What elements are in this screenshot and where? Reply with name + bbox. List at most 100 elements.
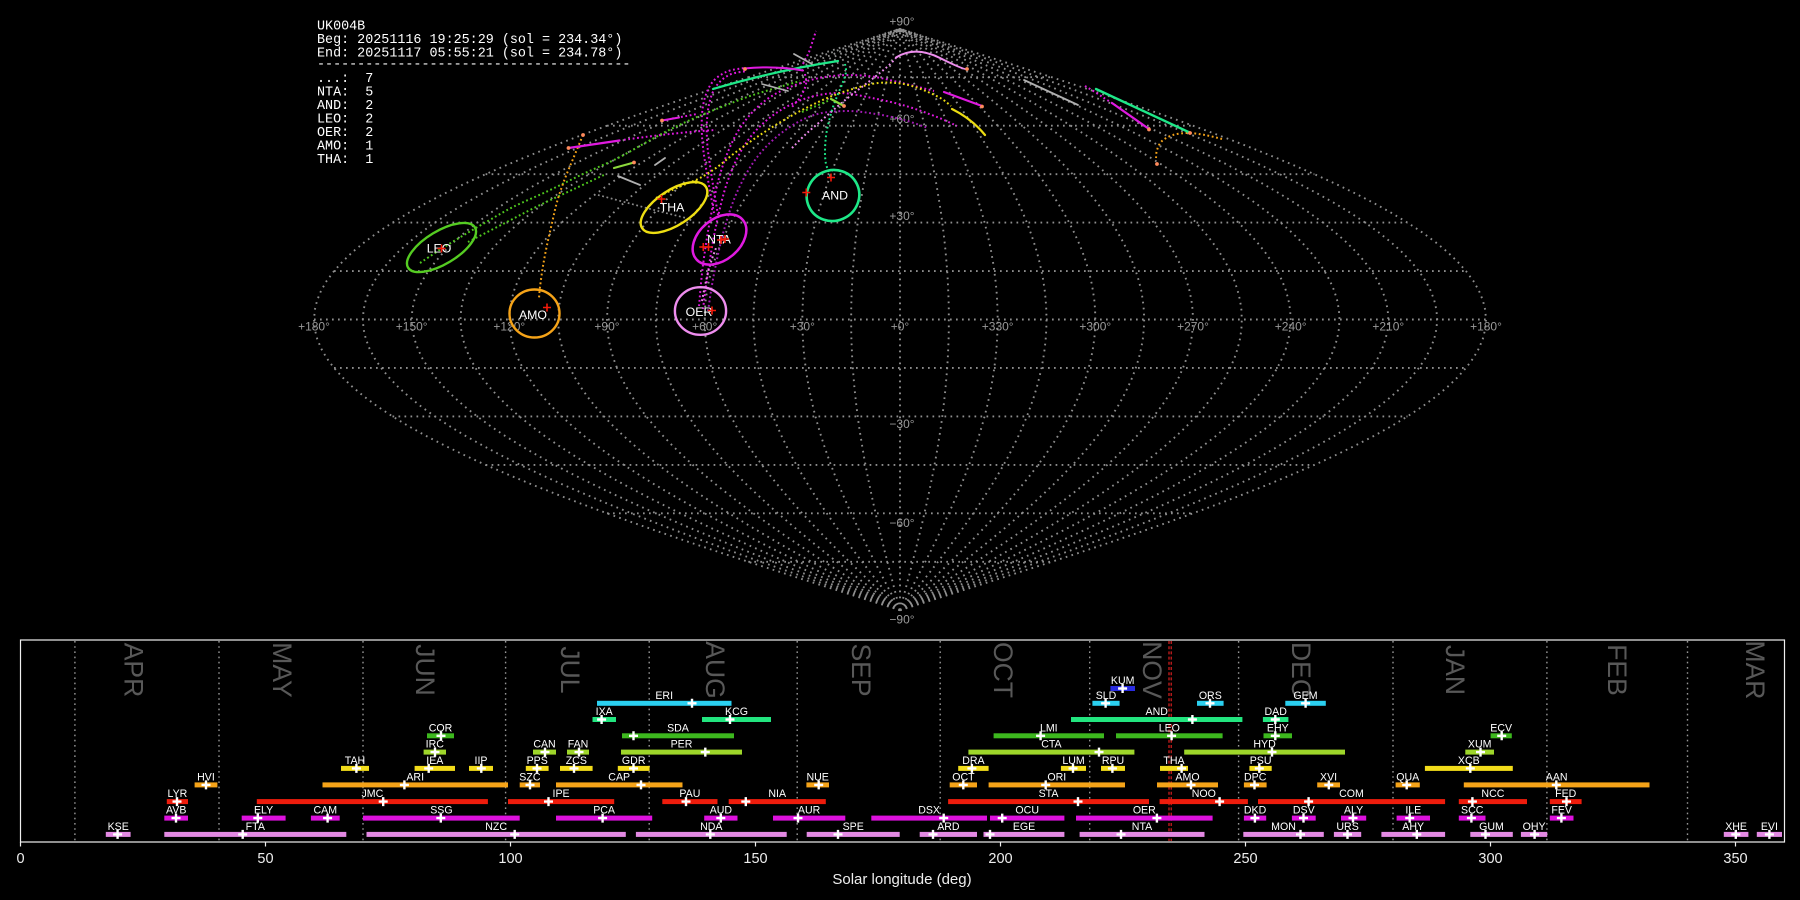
svg-text:AMO: AMO <box>519 308 547 322</box>
svg-text:CAP: CAP <box>608 771 630 783</box>
svg-text:SZC: SZC <box>519 771 541 783</box>
svg-text:QUA: QUA <box>1396 771 1420 783</box>
svg-text:SSG: SSG <box>430 805 452 817</box>
svg-text:ILE: ILE <box>1405 805 1421 817</box>
svg-text:ALY: ALY <box>1344 805 1363 817</box>
svg-text:AAN: AAN <box>1546 771 1568 783</box>
svg-text:PSU: PSU <box>1250 755 1272 767</box>
svg-text:IPE: IPE <box>553 788 570 800</box>
svg-text:FEB: FEB <box>1602 644 1632 696</box>
svg-text:NOV: NOV <box>1137 641 1167 699</box>
svg-text:−60°: −60° <box>889 516 914 530</box>
svg-text:SCC: SCC <box>1461 805 1484 817</box>
svg-text:ORI: ORI <box>1047 771 1066 783</box>
svg-text:AVB: AVB <box>166 805 186 817</box>
svg-text:AUD: AUD <box>710 805 733 817</box>
svg-text:DSV: DSV <box>1293 805 1316 817</box>
svg-text:+180°: +180° <box>298 320 330 334</box>
svg-text:THA: THA <box>660 201 685 215</box>
svg-text:KCG: KCG <box>725 706 748 718</box>
svg-text:COR: COR <box>429 722 453 734</box>
svg-text:+60°: +60° <box>889 112 914 126</box>
svg-text:URS: URS <box>1336 821 1358 833</box>
svg-text:HVI: HVI <box>197 771 215 783</box>
svg-text:−90°: −90° <box>889 613 914 627</box>
svg-text:COM: COM <box>1339 788 1364 800</box>
svg-text:FAN: FAN <box>568 739 589 751</box>
svg-text:+90°: +90° <box>889 14 914 28</box>
svg-text:NDA: NDA <box>700 821 723 833</box>
svg-text:+30°: +30° <box>790 320 815 334</box>
svg-text:+180°: +180° <box>1470 320 1502 334</box>
svg-text:ARD: ARD <box>937 821 960 833</box>
svg-text:OER: OER <box>686 305 713 319</box>
svg-text:OHY: OHY <box>1523 821 1546 833</box>
svg-text:CAM: CAM <box>314 805 338 817</box>
svg-text:EHY: EHY <box>1267 722 1289 734</box>
svg-text:350: 350 <box>1723 851 1747 867</box>
svg-text:DRA: DRA <box>962 755 985 767</box>
svg-text:LUM: LUM <box>1062 755 1084 767</box>
svg-text:ORS: ORS <box>1199 690 1222 702</box>
svg-text:DAD: DAD <box>1265 706 1288 718</box>
svg-text:FEV: FEV <box>1551 805 1573 817</box>
svg-text:AUR: AUR <box>798 805 821 817</box>
svg-text:AMO: AMO <box>1175 771 1199 783</box>
svg-text:ERI: ERI <box>655 690 673 702</box>
svg-text:GUM: GUM <box>1479 821 1504 833</box>
svg-text:MAY: MAY <box>267 642 297 698</box>
svg-text:OCT: OCT <box>988 642 1018 698</box>
svg-text:LYR: LYR <box>167 788 187 800</box>
svg-text:LMI: LMI <box>1040 722 1058 734</box>
svg-text:150: 150 <box>743 851 767 867</box>
svg-text:+210°: +210° <box>1372 320 1404 334</box>
svg-text:+270°: +270° <box>1177 320 1209 334</box>
svg-text:NOO: NOO <box>1192 788 1216 800</box>
svg-text:XHE: XHE <box>1725 821 1747 833</box>
svg-text:MAR: MAR <box>1740 641 1770 700</box>
svg-text:IRC: IRC <box>426 739 445 751</box>
svg-text:AUG: AUG <box>700 641 730 698</box>
svg-text:GDR: GDR <box>622 755 646 767</box>
svg-text:SDA: SDA <box>667 722 690 734</box>
svg-text:+240°: +240° <box>1275 320 1307 334</box>
svg-text:+90°: +90° <box>594 320 619 334</box>
svg-text:OCT: OCT <box>952 771 975 783</box>
svg-text:+330°: +330° <box>982 320 1014 334</box>
svg-text:XCB: XCB <box>1458 755 1480 767</box>
svg-text:300: 300 <box>1478 851 1502 867</box>
svg-text:JMC: JMC <box>362 788 384 800</box>
svg-text:LEO: LEO <box>1159 722 1180 734</box>
svg-text:PCA: PCA <box>593 805 616 817</box>
svg-text:OER: OER <box>1133 805 1156 817</box>
svg-text:ECV: ECV <box>1490 722 1513 734</box>
svg-text:0: 0 <box>16 851 24 867</box>
svg-text:−30°: −30° <box>889 417 914 431</box>
svg-text:AND: AND <box>822 189 848 203</box>
svg-text:KUM: KUM <box>1111 675 1135 687</box>
svg-text:XUM: XUM <box>1468 739 1492 751</box>
svg-text:IXA: IXA <box>596 706 614 718</box>
svg-text:EGE: EGE <box>1013 821 1035 833</box>
svg-text:100: 100 <box>498 851 522 867</box>
svg-text:250: 250 <box>1233 851 1257 867</box>
svg-text:TAH: TAH <box>345 755 365 767</box>
svg-text:------------------------------: --------------------------------------- <box>317 58 630 73</box>
svg-text:CTA: CTA <box>1041 739 1062 751</box>
svg-text:AHY: AHY <box>1402 821 1424 833</box>
svg-text:XVI: XVI <box>1320 771 1337 783</box>
svg-text:IEA: IEA <box>426 755 444 767</box>
svg-text:IIP: IIP <box>475 755 488 767</box>
svg-text:NIA: NIA <box>768 788 787 800</box>
svg-text:PPS: PPS <box>527 755 548 767</box>
svg-text:+300°: +300° <box>1079 320 1111 334</box>
svg-text:SLD: SLD <box>1096 690 1117 702</box>
svg-text:NUE: NUE <box>807 771 829 783</box>
svg-text:50: 50 <box>257 851 273 867</box>
svg-text:Solar longitude (deg): Solar longitude (deg) <box>832 871 971 888</box>
svg-text:KSE: KSE <box>108 821 129 833</box>
svg-text:JAN: JAN <box>1440 645 1470 695</box>
svg-text:SPE: SPE <box>843 821 864 833</box>
svg-text:HYD: HYD <box>1253 739 1276 751</box>
svg-text:+150°: +150° <box>396 320 428 334</box>
